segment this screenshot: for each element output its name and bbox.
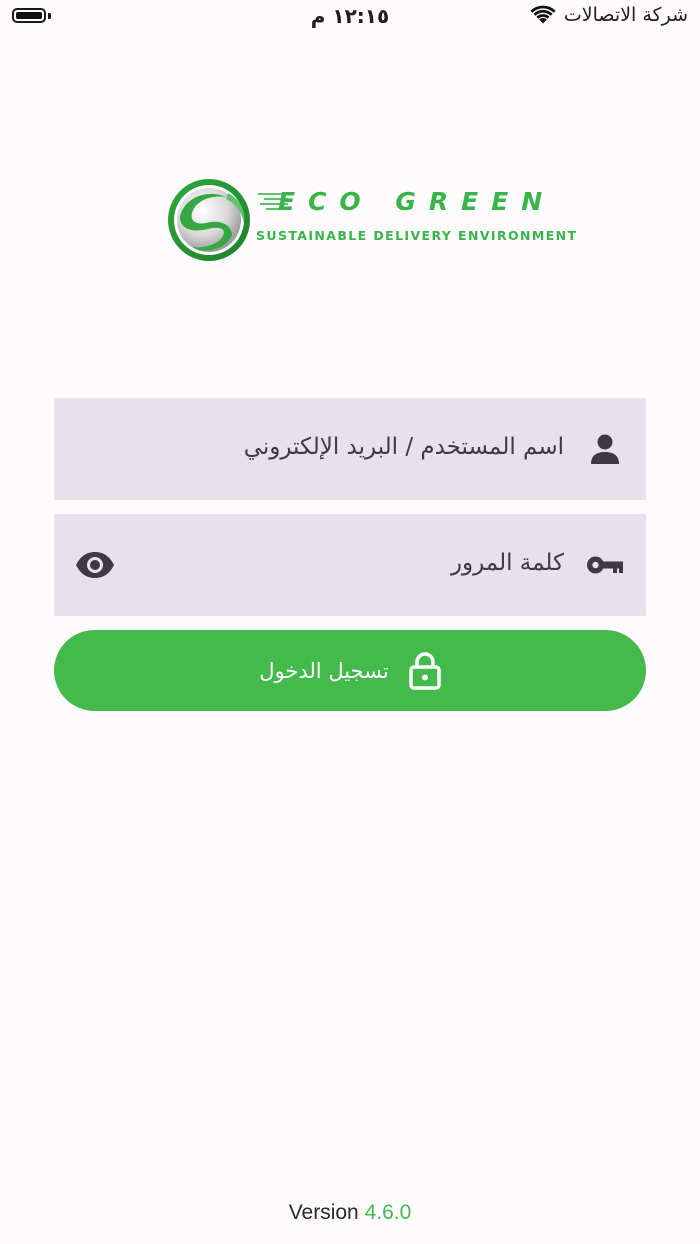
login-button-label: تسجيل الدخول xyxy=(259,658,389,683)
username-field[interactable]: اسم المستخدم / البريد الإلكتروني xyxy=(54,398,646,500)
version-label: Version xyxy=(288,1201,359,1224)
lock-icon xyxy=(408,651,441,690)
logo-subtitle: SUSTAINABLE DELIVERY ENVIRONMENT xyxy=(256,228,578,243)
password-placeholder: كلمة المرور xyxy=(450,550,564,576)
password-field[interactable]: كلمة المرور xyxy=(54,514,646,616)
status-time: ١٢:١٥ م xyxy=(310,4,390,28)
username-placeholder: اسم المستخدم / البريد الإلكتروني xyxy=(243,434,564,460)
key-icon xyxy=(587,556,623,574)
battery-tip xyxy=(48,13,51,19)
carrier-name: شركة الاتصالات xyxy=(563,4,688,26)
eco-green-logo: ECO GREEN SUSTAINABLE DELIVERY ENVIRONME… xyxy=(166,177,576,263)
battery-icon xyxy=(12,8,46,23)
app-version: Version 4.6.0 xyxy=(0,1201,700,1225)
version-number: 4.6.0 xyxy=(364,1201,412,1224)
wifi-icon xyxy=(530,5,556,24)
eye-icon[interactable] xyxy=(75,551,115,579)
status-bar: ١٢:١٥ م شركة الاتصالات xyxy=(0,0,700,36)
login-button[interactable]: تسجيل الدخول xyxy=(54,630,646,711)
carrier-group: شركة الاتصالات xyxy=(530,4,688,26)
person-icon xyxy=(591,434,619,464)
logo-title: ECO GREEN xyxy=(278,187,556,216)
eco-green-logo-mark xyxy=(168,179,250,261)
